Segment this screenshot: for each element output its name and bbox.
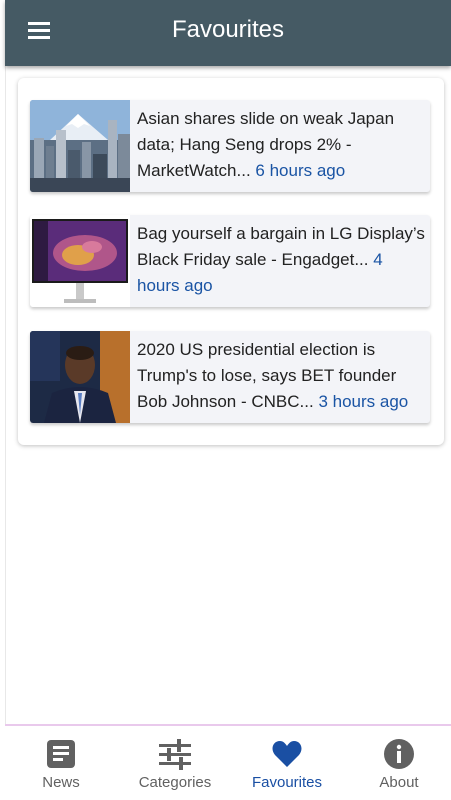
bottom-navigation: News Categories Favourites About xyxy=(5,724,451,800)
news-time[interactable]: 6 hours ago xyxy=(255,161,345,180)
nav-categories-label: Categories xyxy=(138,774,212,791)
nav-favourites[interactable]: Favourites xyxy=(231,726,343,800)
nav-about-label: About xyxy=(379,774,419,791)
news-text: Bag yourself a bargain in LG Display’s B… xyxy=(137,221,425,299)
heart-icon xyxy=(271,738,303,770)
news-item[interactable]: 2020 US presidential election is Trump's… xyxy=(30,331,430,423)
newspaper-icon xyxy=(45,738,77,770)
nav-favourites-label: Favourites xyxy=(251,774,323,791)
info-icon xyxy=(383,738,415,770)
nav-about[interactable]: About xyxy=(343,726,451,800)
news-thumbnail xyxy=(30,100,130,192)
news-item[interactable]: Bag yourself a bargain in LG Display’s B… xyxy=(30,215,430,307)
page-title: Favourites xyxy=(171,16,285,43)
news-item[interactable]: Asian shares slide on weak Japan data; H… xyxy=(30,100,430,192)
news-thumbnail xyxy=(30,331,130,423)
news-text: Asian shares slide on weak Japan data; H… xyxy=(137,106,425,184)
news-thumbnail xyxy=(30,215,130,307)
app-bar: Favourites xyxy=(5,0,451,66)
nav-categories[interactable]: Categories xyxy=(119,726,231,800)
news-time[interactable]: 3 hours ago xyxy=(318,392,408,411)
news-text: 2020 US presidential election is Trump's… xyxy=(137,337,425,415)
nav-news[interactable]: News xyxy=(5,726,117,800)
sliders-icon xyxy=(159,738,191,770)
nav-news-label: News xyxy=(42,774,80,791)
favourites-list: Asian shares slide on weak Japan data; H… xyxy=(18,78,444,445)
